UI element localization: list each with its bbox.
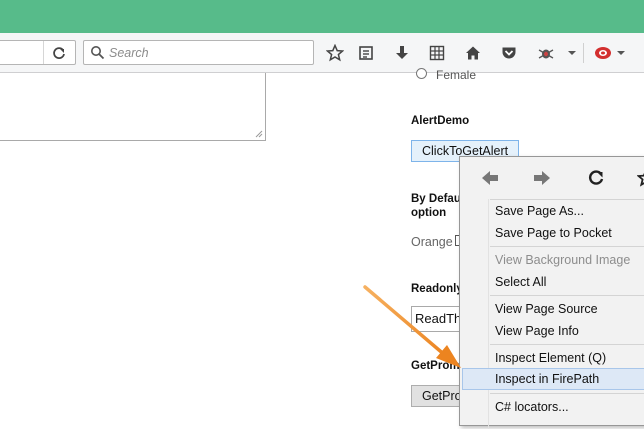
- search-icon: [90, 45, 105, 60]
- home-button[interactable]: [462, 42, 484, 64]
- menu-item-view-page-info[interactable]: View Page Info: [462, 320, 644, 342]
- context-menu-navigation: [460, 157, 644, 199]
- toolbar-separator: [583, 43, 584, 63]
- radio-female-label: Female: [436, 68, 476, 82]
- bookmark-star-icon: [326, 44, 344, 62]
- readonly-heading: Readonly: [411, 283, 463, 295]
- reload-button[interactable]: [43, 41, 73, 64]
- menu-item-save-page-as[interactable]: Save Page As...: [462, 200, 644, 222]
- downloads-button[interactable]: [391, 42, 413, 64]
- url-bar[interactable]: [0, 40, 76, 65]
- reading-list-button[interactable]: [355, 42, 377, 64]
- apps-grid-icon: [429, 45, 445, 61]
- menu-item-view-background-image[interactable]: View Background Image: [462, 249, 644, 271]
- browser-title-bar: [0, 0, 644, 33]
- download-icon: [394, 45, 410, 61]
- pocket-icon: [501, 45, 517, 61]
- context-menu-separator: [490, 393, 644, 394]
- context-menu-separator: [490, 295, 644, 296]
- orange-checkbox-label: Orange: [411, 235, 453, 249]
- back-arrow-icon: [481, 170, 499, 186]
- reading-list-icon: [358, 45, 374, 61]
- bookmark-star-button[interactable]: [324, 42, 346, 64]
- back-button[interactable]: [480, 168, 500, 188]
- menu-item-label: View Page Info: [495, 324, 579, 338]
- context-menu: Save Page As... Save Page to Pocket View…: [459, 156, 644, 426]
- ublock-button[interactable]: [592, 42, 614, 64]
- menu-item-label: Inspect Element (Q): [495, 351, 606, 365]
- browser-toolbar: Search: [0, 33, 644, 73]
- forward-arrow-icon: [533, 170, 551, 186]
- bookmark-star-icon: [637, 169, 644, 187]
- reload-page-button[interactable]: [586, 168, 606, 188]
- menu-item-label: Save Page As...: [495, 204, 584, 218]
- context-menu-separator: [490, 246, 644, 247]
- home-icon: [465, 45, 481, 61]
- alert-demo-heading: AlertDemo: [411, 115, 469, 127]
- search-bar[interactable]: Search: [83, 40, 314, 65]
- text-area[interactable]: [0, 73, 266, 141]
- default-option-heading-line1: By Defau: [411, 193, 461, 205]
- menu-item-label: C# locators...: [495, 400, 569, 414]
- menu-item-label: Save Page to Pocket: [495, 226, 612, 240]
- apps-button[interactable]: [426, 42, 448, 64]
- menu-item-label: View Page Source: [495, 302, 598, 316]
- ublock-dropdown-caret-icon[interactable]: [617, 51, 625, 55]
- menu-item-inspect-element[interactable]: Inspect Element (Q): [462, 347, 644, 369]
- menu-item-view-page-source[interactable]: View Page Source: [462, 298, 644, 320]
- firebug-button[interactable]: [535, 42, 557, 64]
- resize-grip-icon[interactable]: [255, 130, 263, 138]
- menu-item-label: View Background Image: [495, 253, 630, 267]
- radio-female[interactable]: [416, 68, 427, 79]
- menu-item-select-all[interactable]: Select All: [462, 271, 644, 293]
- bookmark-page-button[interactable]: [636, 168, 644, 188]
- context-menu-separator: [490, 344, 644, 345]
- pocket-button[interactable]: [498, 42, 520, 64]
- ublock-icon: [593, 44, 613, 62]
- search-placeholder: Search: [109, 46, 149, 60]
- firebug-dropdown-caret-icon[interactable]: [568, 51, 576, 55]
- menu-item-inspect-in-firepath[interactable]: Inspect in FirePath: [462, 368, 644, 390]
- reload-icon: [587, 169, 605, 187]
- forward-button[interactable]: [532, 168, 552, 188]
- menu-item-save-page-to-pocket[interactable]: Save Page to Pocket: [462, 222, 644, 244]
- menu-item-label: Select All: [495, 275, 546, 289]
- firebug-icon: [537, 45, 555, 61]
- menu-item-label: Inspect in FirePath: [495, 372, 599, 386]
- reload-icon: [52, 46, 66, 60]
- default-option-heading-line2: option: [411, 207, 446, 219]
